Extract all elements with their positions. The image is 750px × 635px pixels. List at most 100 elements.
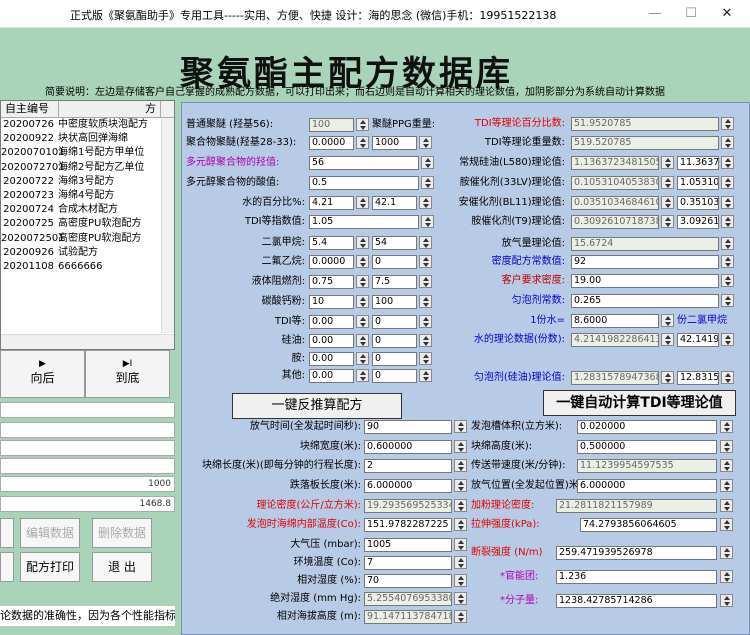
water-theory-a-field[interactable]: 4.21419822864137 [571,333,659,347]
spin-button[interactable] [720,479,733,492]
list-item[interactable]: 2020070101 海绵1号配方甲单位 [1,146,174,160]
spin-button[interactable] [419,352,432,365]
list-vertical-scrollbar[interactable] [161,118,174,333]
close-button[interactable]: ✕ [712,4,742,24]
left-field-4[interactable] [0,458,175,474]
spin-button[interactable] [454,499,467,512]
list-item[interactable]: 20200926 试验配方 [1,246,174,260]
prop-field[interactable]: 21.2811821157989 [556,499,717,513]
spin-button[interactable] [454,538,467,551]
tdi-pct-field[interactable]: 51.9520785 [571,117,719,131]
t9-b-field[interactable]: 3.09261 [677,215,719,229]
spin-button[interactable] [454,574,467,587]
polymer-b-field[interactable]: 1000 [372,136,417,150]
one-water-field[interactable]: 8.6000 [571,314,659,328]
back-button[interactable]: ▶ 向后 [0,350,85,398]
spin-button[interactable] [356,196,369,209]
tdi-wt-field[interactable]: 519.520785 [571,136,719,150]
block-w-field[interactable]: 0.600000 [364,440,452,454]
spin-button[interactable] [720,440,733,453]
gas-pos-field[interactable]: 6.000000 [577,479,717,493]
list-item[interactable]: 20200722 海绵3号配方 [1,175,174,189]
hum-field[interactable]: 70 [364,574,452,588]
spin-button[interactable] [356,369,369,382]
list-item[interactable]: 20200726 中密度软质块泡配方 [1,118,174,132]
rise-field[interactable]: 90 [364,420,452,434]
a580-b-field[interactable]: 11.3637 [677,156,719,170]
spin-button[interactable] [720,594,733,607]
left-edge-button-1[interactable] [0,518,14,548]
delete-button[interactable]: 删除数据 [92,518,152,548]
col-name-header[interactable]: 方 [59,101,161,117]
foam-const-field[interactable]: 0.265 [571,294,719,308]
spin-button[interactable] [356,136,369,149]
foam-theory-a-field[interactable]: 1.28315789473684 [571,371,659,385]
tdi-idx-field[interactable]: 1.05 [309,215,419,229]
spin-button[interactable] [721,371,734,384]
polyether-field[interactable]: 100 [309,118,354,132]
spin-button[interactable] [721,333,734,346]
polyol-oh-field[interactable]: 56 [309,156,419,170]
print-button[interactable]: 配方打印 [20,552,80,582]
spin-button[interactable] [720,420,733,433]
other-a-field[interactable]: 0.00 [309,369,354,383]
caco3-b-field[interactable]: 100 [372,295,417,309]
reverse-calc-button[interactable]: 一键反推算配方 [232,393,402,419]
left-field-2[interactable] [0,422,175,438]
groove-field[interactable]: 6.000000 [364,479,452,493]
amine-a-field[interactable]: 0.00 [309,352,354,366]
tdi-eq-b-field[interactable]: 0 [372,315,417,329]
elong-field[interactable]: 259.471939526978 [556,546,717,560]
silicone-b-field[interactable]: 0 [372,334,417,348]
belt-field[interactable]: 11.1239954597535 [577,459,717,473]
dcm-a-field[interactable]: 5.4 [309,236,354,250]
spin-button[interactable] [356,118,369,131]
exit-button[interactable]: 退 出 [92,552,152,582]
silicone-a-field[interactable]: 0.00 [309,334,354,348]
list-item[interactable]: 20200723 海绵4号配方 [1,189,174,203]
water-theory-b-field[interactable]: 42.1419 [677,333,719,347]
spin-button[interactable] [661,333,674,346]
block-h-field[interactable]: 0.500000 [577,440,717,454]
spin-button[interactable] [720,546,733,559]
spin-button[interactable] [356,255,369,268]
spin-button[interactable] [454,479,467,492]
spin-button[interactable] [721,176,734,189]
other-b-field[interactable]: 0 [372,369,417,383]
polymer-a-field[interactable]: 0.0000 [309,136,354,150]
abs-hum-field[interactable]: 5.25540769533809 [364,592,452,606]
spin-button[interactable] [721,255,734,268]
env-temp-field[interactable]: 7 [364,556,452,570]
polyol-acid-field[interactable]: 0.5 [309,176,419,190]
press-field[interactable]: 1005 [364,538,452,552]
spin-button[interactable] [356,275,369,288]
left-field-5[interactable]: 1000 [0,476,175,492]
list-item[interactable]: 2020072501 高密度PU软泡配方 [1,232,174,246]
spin-button[interactable] [661,314,674,327]
spin-button[interactable] [721,196,734,209]
spin-button[interactable] [454,440,467,453]
foam-theory-b-field[interactable]: 12.8315 [677,371,719,385]
spin-button[interactable] [454,420,467,433]
left-edge-button-2[interactable] [0,552,14,582]
spin-button[interactable] [356,352,369,365]
col-id-header[interactable]: 自主编号 [1,101,59,117]
theo-den-field[interactable]: 19.2935695253345 [364,499,452,513]
spin-button[interactable] [721,294,734,307]
left-field-3[interactable] [0,440,175,456]
spin-button[interactable] [661,156,674,169]
a33-b-field[interactable]: 1.05310 [677,176,719,190]
fr-a-field[interactable]: 0.75 [309,275,354,289]
foam-vol-field[interactable]: 0.020000 [577,420,717,434]
ring-field[interactable]: 1.236 [556,570,717,584]
auto-calc-tdi-button[interactable]: 一键自动计算TDI等理论值 [543,390,736,416]
spin-button[interactable] [721,237,734,250]
left-field-1[interactable] [0,402,175,418]
formula-list[interactable]: 自主编号 方 20200726 中密度软质块泡配方 20200922 块状高回弹海绵 2… [0,100,175,350]
spin-button[interactable] [419,315,432,328]
left-field-6[interactable]: 1468.8 [0,496,175,512]
last-button[interactable]: ▶I 到底 [85,350,170,398]
cust-density-field[interactable]: 19.00 [571,274,719,288]
minimize-button[interactable]: — [640,4,670,24]
tensile-field[interactable]: 74.2793856064605 [580,518,717,532]
